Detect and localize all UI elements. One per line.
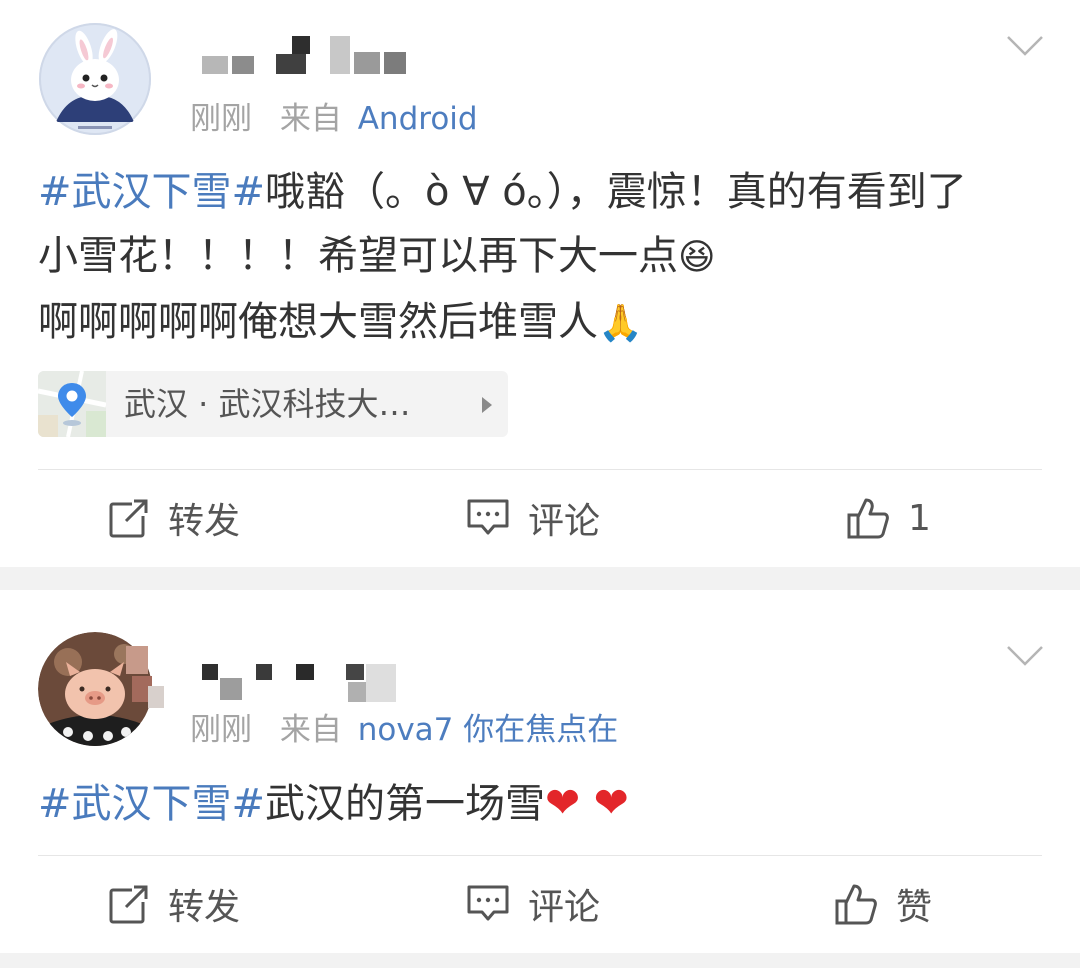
repost-button[interactable]: 转发 — [108, 874, 240, 934]
chevron-right-icon — [482, 397, 492, 413]
comment-button[interactable]: 评论 — [466, 874, 600, 934]
like-button[interactable]: 赞 — [834, 874, 932, 934]
chevron-down-icon[interactable] — [1006, 644, 1044, 668]
comment-icon — [467, 499, 509, 535]
content-line: #武汉下雪#哦豁（。ò ∀ ó。），震惊！真的有看到了 — [38, 160, 1048, 224]
repost-icon — [109, 884, 150, 924]
praying-hands-emoji: 🙏 — [598, 303, 643, 344]
comment-icon — [467, 885, 509, 921]
repost-button[interactable]: 转发 — [108, 488, 240, 548]
from-label: 来自 — [279, 101, 342, 137]
thumbs-up-icon — [835, 884, 877, 925]
post-source[interactable]: Android — [358, 101, 478, 137]
comment-button[interactable]: 评论 — [466, 488, 600, 548]
post-time: 刚刚 — [190, 101, 252, 137]
repost-label: 转发 — [168, 501, 241, 542]
feed-post[interactable]: 刚刚 来自 nova7 你在焦点在 #武汉下雪#武汉的第一场雪❤ ❤ 转发 评论 — [0, 590, 1080, 953]
username-redacted[interactable] — [196, 664, 436, 704]
like-button[interactable]: 1 — [846, 488, 931, 548]
bunny-avatar[interactable] — [38, 22, 152, 136]
username-redacted[interactable] — [196, 36, 416, 76]
content-text: 小雪花！！！！希望可以再下大一点 — [38, 233, 678, 279]
thumbs-up-icon — [847, 498, 889, 539]
repost-icon — [109, 498, 150, 538]
comment-label: 评论 — [528, 887, 601, 928]
post-source[interactable]: nova7 你在焦点在 — [358, 712, 619, 748]
bunny-avatar-image — [39, 23, 151, 135]
feed-post[interactable]: 刚刚 来自 Android #武汉下雪#哦豁（。ò ∀ ó。），震惊！真的有看到… — [0, 0, 1080, 567]
like-label: 赞 — [896, 887, 933, 928]
repost-label: 转发 — [168, 887, 241, 928]
location-tag[interactable]: 武汉 · 武汉科技大… — [38, 371, 508, 437]
content-text: 武汉的第一场雪 — [265, 781, 546, 827]
divider — [38, 469, 1042, 470]
topic-link[interactable]: #武汉下雪# — [38, 169, 265, 215]
post-content: #武汉下雪#武汉的第一场雪❤ ❤ — [38, 771, 1048, 836]
divider — [38, 855, 1042, 856]
post-meta: 刚刚 来自 Android — [190, 99, 478, 139]
post-time: 刚刚 — [190, 712, 252, 748]
avatar-redaction — [118, 646, 168, 732]
post-meta: 刚刚 来自 nova7 你在焦点在 — [190, 710, 618, 750]
content-text: 哦豁（。ò ∀ ó。），震惊！真的有看到了 — [265, 169, 967, 215]
chevron-down-icon[interactable] — [1006, 34, 1044, 58]
location-text: 武汉 · 武汉科技大… — [124, 385, 411, 423]
content-line: 小雪花！！！！希望可以再下大一点😆 — [38, 224, 1048, 290]
content-text: 啊啊啊啊啊俺想大雪然后堆雪人 — [38, 299, 598, 345]
content-line: 啊啊啊啊啊俺想大雪然后堆雪人🙏 — [38, 290, 1048, 356]
map-thumbnail — [38, 371, 107, 437]
heart-emoji: ❤ ❤ — [545, 778, 629, 827]
from-label: 来自 — [279, 712, 342, 748]
laughing-emoji: 😆 — [678, 237, 716, 278]
content-line: #武汉下雪#武汉的第一场雪❤ ❤ — [38, 771, 1048, 836]
post-content: #武汉下雪#哦豁（。ò ∀ ó。），震惊！真的有看到了 小雪花！！！！希望可以再… — [38, 160, 1048, 356]
topic-link[interactable]: #武汉下雪# — [38, 781, 265, 827]
like-count: 1 — [908, 497, 931, 539]
comment-label: 评论 — [528, 501, 601, 542]
